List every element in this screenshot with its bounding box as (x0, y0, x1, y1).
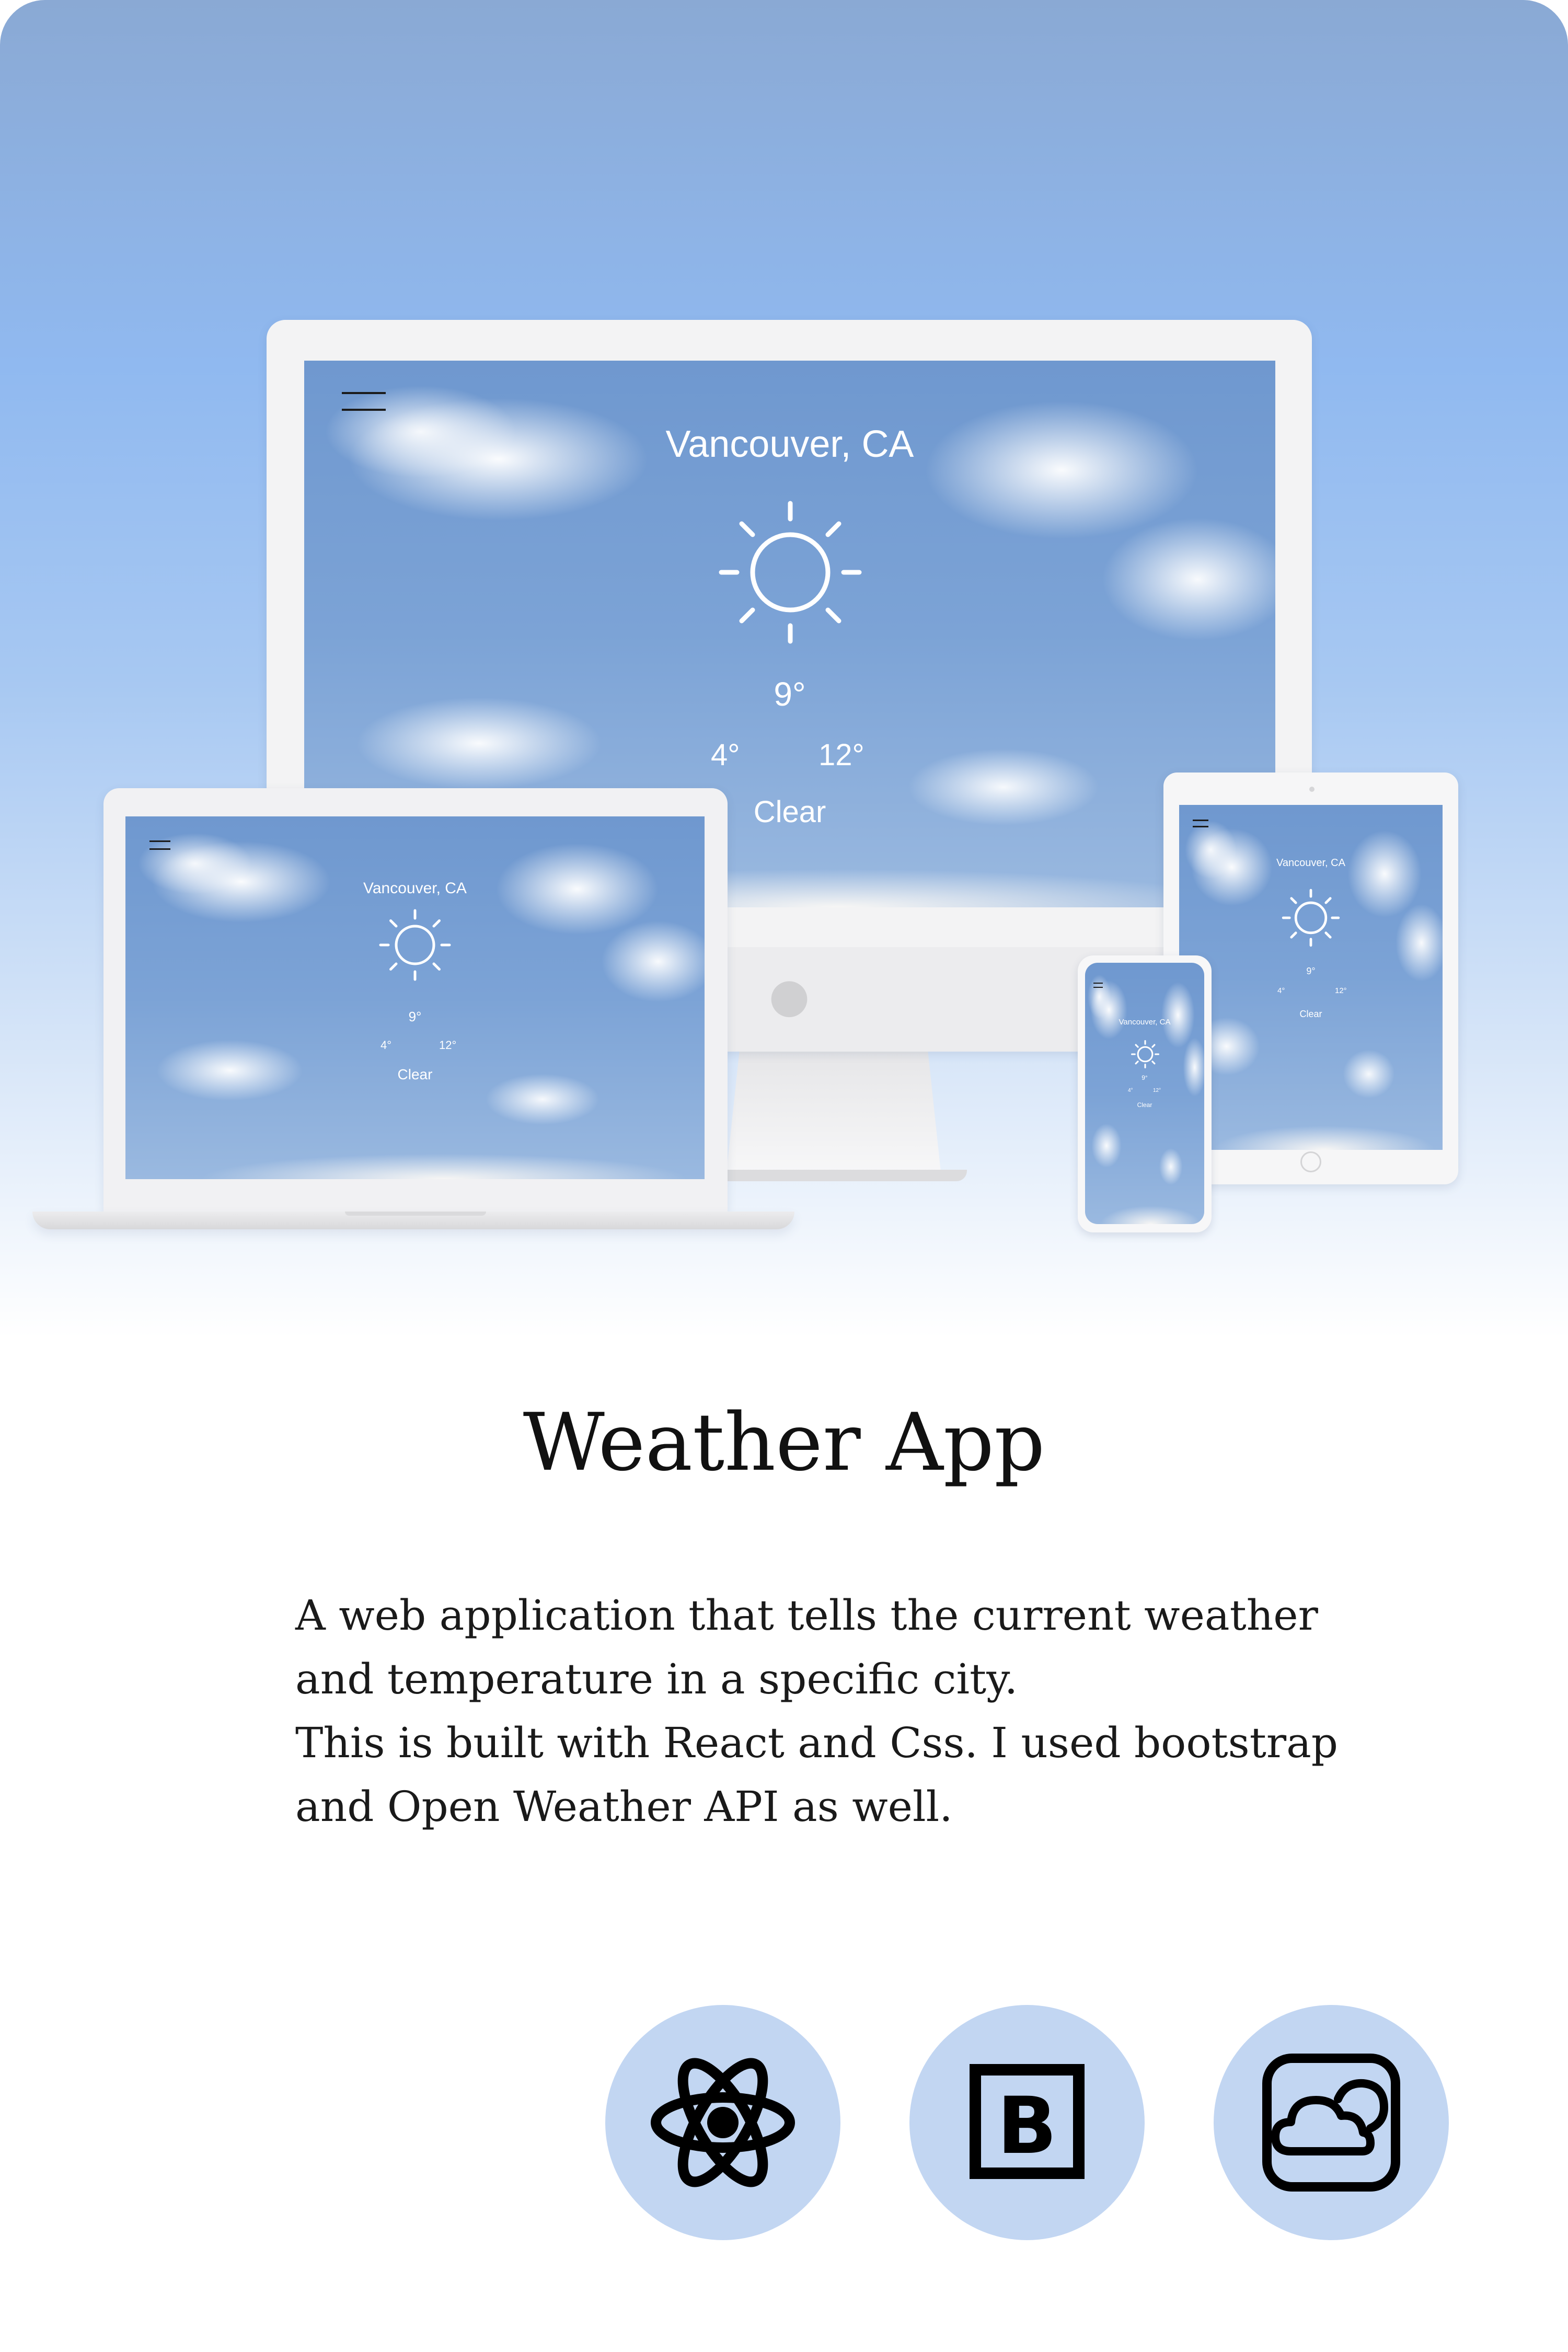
description-line: and Open Weather API as well. (295, 1782, 953, 1831)
sun-icon (379, 909, 451, 981)
react-badge (605, 2005, 840, 2240)
weather-condition: Clear (1137, 1101, 1152, 1109)
high-temperature: 12° (1335, 986, 1347, 995)
react-icon (651, 2058, 795, 2187)
bootstrap-badge: B (909, 2005, 1145, 2240)
weather-api-badge (1214, 2005, 1449, 2240)
low-temperature: 4° (381, 1039, 392, 1052)
high-temperature: 12° (1153, 1088, 1161, 1093)
city-name: Vancouver, CA (1276, 857, 1345, 869)
weather-condition: Clear (397, 1066, 433, 1082)
city-name: Vancouver, CA (665, 423, 914, 465)
current-temperature: 9° (408, 1009, 422, 1024)
description-line: and temperature in a specific city. (295, 1655, 1018, 1703)
current-temperature: 9° (774, 675, 806, 713)
apple-logo-icon: ● (768, 968, 810, 1023)
menu-icon[interactable] (342, 392, 386, 411)
low-temperature: 4° (711, 738, 740, 772)
tablet-home-button (1300, 1151, 1321, 1172)
svg-text:B: B (997, 2081, 1057, 2172)
description-line: A web application that tells the current… (295, 1591, 1318, 1640)
weather-condition: Clear (1299, 1009, 1322, 1019)
sun-icon (1131, 1040, 1159, 1068)
low-temperature: 4° (1128, 1088, 1133, 1093)
project-title: Weather App (523, 1396, 1045, 1489)
sun-icon (719, 501, 862, 644)
high-temperature: 12° (818, 738, 864, 772)
imac-foot (711, 1170, 967, 1181)
city-name: Vancouver, CA (1119, 1018, 1171, 1027)
sun-icon (1282, 889, 1340, 947)
menu-icon[interactable] (1093, 983, 1103, 988)
current-temperature: 9° (1306, 966, 1316, 976)
weather-api-icon (1262, 2054, 1400, 2192)
city-name: Vancouver, CA (363, 880, 467, 897)
current-temperature: 9° (1142, 1074, 1148, 1081)
description-line: This is built with React and Css. I used… (295, 1719, 1338, 1767)
laptop-notch (345, 1212, 486, 1216)
project-description: A web application that tells the current… (295, 1584, 1341, 1839)
phone-screen: Vancouver, CA 9° 4° 12° Clear (1085, 963, 1204, 1224)
laptop-screen: Vancouver, CA 9° 4° 12° Clear (125, 816, 705, 1179)
menu-icon[interactable] (1193, 820, 1208, 827)
menu-icon[interactable] (149, 840, 170, 850)
low-temperature: 4° (1277, 986, 1285, 995)
imac-stand (727, 1052, 941, 1172)
bootstrap-icon: B (970, 2064, 1085, 2179)
tablet-camera (1309, 787, 1315, 792)
high-temperature: 12° (439, 1039, 457, 1052)
project-card: ● Vancouver, CA 9° 4° 12° Clear Vancouve… (0, 0, 1568, 2352)
tablet-screen: Vancouver, CA 9° 4° 12° Clear (1179, 805, 1443, 1150)
